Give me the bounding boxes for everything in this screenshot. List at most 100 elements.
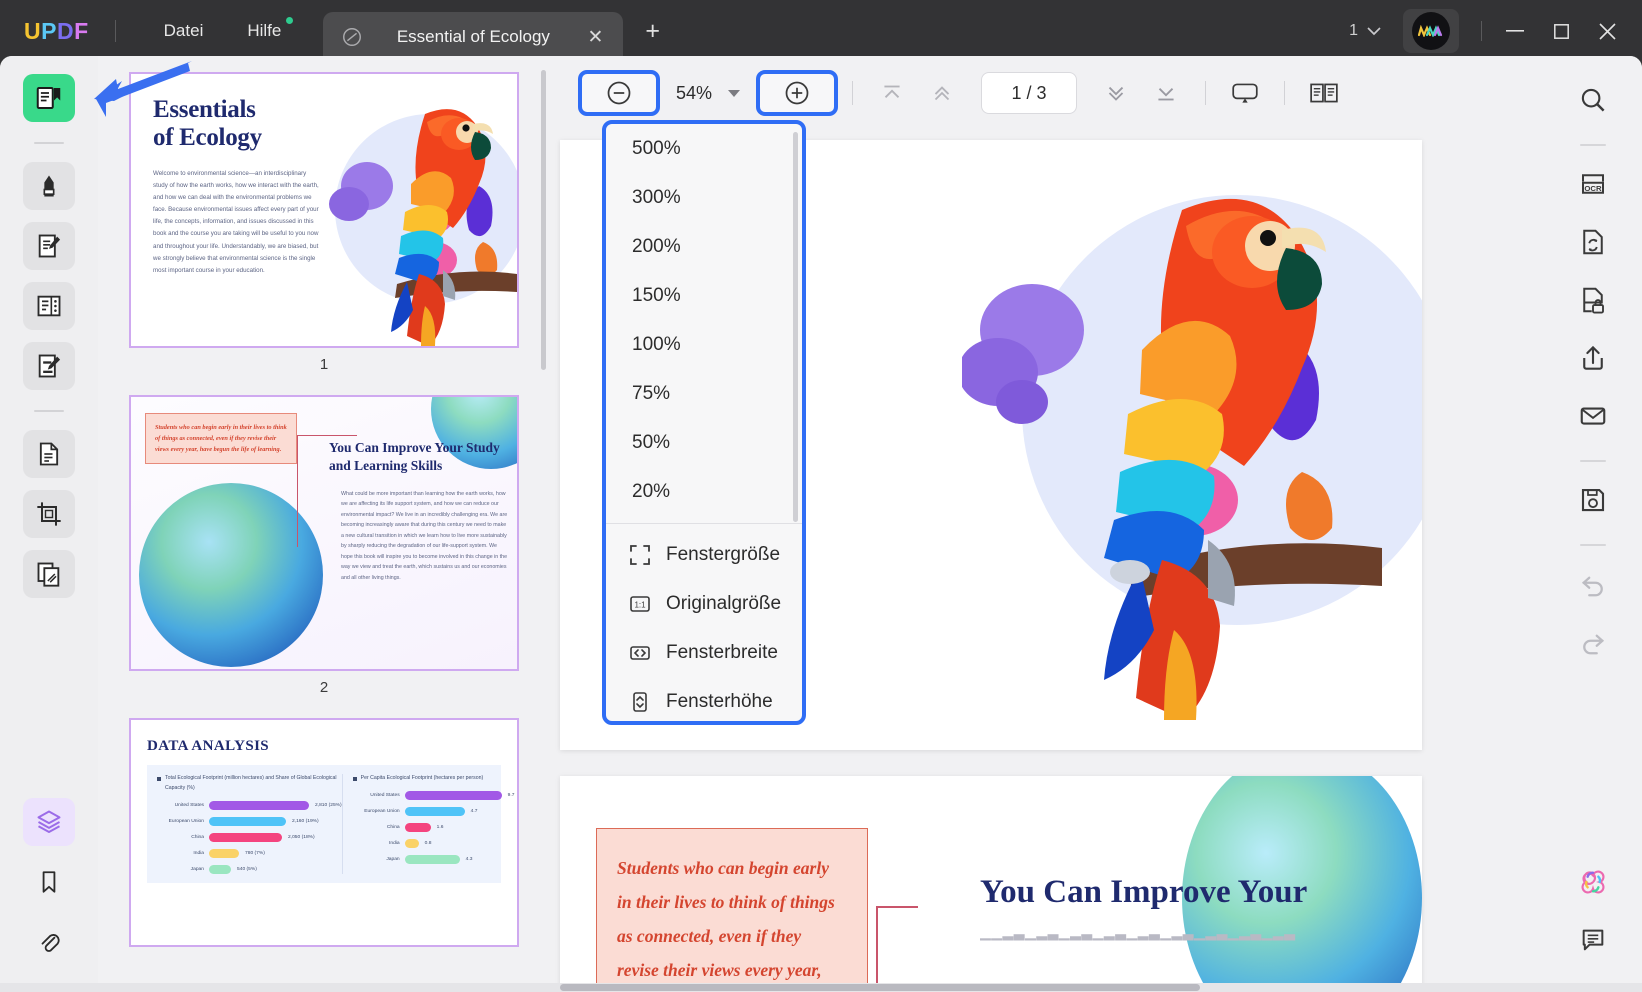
comment-button[interactable] [1567,914,1619,966]
email-button[interactable] [1567,390,1619,442]
zoom-menu-scrollbar[interactable] [793,132,798,522]
menu-datei[interactable]: Datei [142,15,226,47]
zoom-preset-50[interactable]: 50% [606,418,802,467]
zoom-fit-width[interactable]: Fensterbreite [606,628,802,677]
thumbnail-item-1[interactable]: Essentials of Ecology Welcome to environm… [129,72,519,373]
document-tab-title: Essential of Ecology [396,27,550,46]
sidebar-item-highlight[interactable] [23,162,75,210]
share-button[interactable] [1567,332,1619,384]
ai-assistant-icon [1581,870,1605,894]
zoom-preset-20[interactable]: 20% [606,467,802,516]
next-page-button[interactable] [1091,70,1141,116]
legend-label: Total Ecological Footprint (million hect… [165,775,337,791]
page-view-mode-button[interactable] [1299,70,1349,116]
go-to-last-page-icon [1158,88,1174,101]
undo-button[interactable] [1567,558,1619,610]
page-organize-icon [39,442,59,466]
zoom-fit-page[interactable]: Fenstergröße [606,530,802,579]
fit-page-icon [630,544,650,565]
protect-button[interactable] [1567,274,1619,326]
zoom-preset-150[interactable]: 150% [606,271,802,320]
search-icon [1581,88,1605,112]
scrollbar-grip[interactable] [560,984,1200,991]
zoom-preset-300[interactable]: 300% [606,173,802,222]
chart-panels: Total Ecological Footprint (million hect… [147,765,514,883]
sidebar-item-organize[interactable] [23,430,75,478]
book-reader-icon [36,87,61,109]
zoom-preset-200[interactable]: 200% [606,222,802,271]
zoom-preset-500[interactable]: 500% [606,124,802,173]
zoom-actual-size-label: Originalgröße [666,592,782,614]
chart-value: 2,050 (18%) [288,834,315,840]
sidebar-item-crop[interactable] [23,490,75,538]
zoom-fit-width-label: Fensterbreite [666,641,778,663]
thumb3-content: DATA ANALYSIS Total Ecological Footprint… [131,720,517,945]
sidebar-item-bookmarks[interactable] [23,858,75,906]
window-count-dropdown[interactable]: 1 [1339,16,1391,46]
horizontal-scrollbar[interactable] [0,983,1642,992]
redo-button[interactable] [1567,616,1619,668]
sidebar-item-annotate[interactable] [23,342,75,390]
close-window-button[interactable] [1584,8,1630,54]
sidebar-item-layers[interactable] [23,798,75,846]
save-button[interactable] [1567,474,1619,526]
sidebar-item-reader[interactable] [23,74,75,122]
page2-obscured-text: ▁▁▂▃▁▂▃▁▂▃▁▂▃▁▂▃▁▂▃▁▂▃▁▂▃▁▂▃ [980,924,1296,940]
last-page-button[interactable] [1141,70,1191,116]
zoom-dropdown-toggle[interactable] [728,89,741,97]
page-number-input[interactable]: 1 / 3 [981,72,1078,114]
zoom-level-value[interactable]: 54% [676,83,712,104]
zoom-out-button[interactable] [578,70,660,116]
zoom-in-button[interactable] [756,70,839,116]
thumbnail-scrollbar[interactable] [541,70,546,370]
layers-icon [37,810,61,834]
sidebar-item-page-layout[interactable] [23,282,75,330]
chart-category: China [386,824,400,830]
document-page-2[interactable]: Students who can begin early in their li… [560,776,1422,992]
chart-category: United States [174,802,204,808]
chart-value: 4.3 [465,856,473,862]
chart-row: India 780 (7%) [157,848,342,858]
first-page-button[interactable] [867,70,917,116]
parrot-illustration-icon [962,198,1382,720]
convert-button[interactable] [1567,216,1619,268]
sidebar-item-attachments[interactable] [23,918,75,966]
presentation-mode-button[interactable] [1220,70,1270,116]
previous-page-button[interactable] [917,70,967,116]
zoom-preset-75[interactable]: 75% [606,369,802,418]
zoom-preset-100[interactable]: 100% [606,320,802,369]
ocr-button[interactable]: OCR [1567,158,1619,210]
close-tab-button[interactable]: ✕ [581,28,609,47]
minimize-button[interactable] [1492,8,1538,54]
zoom-dropdown-menu[interactable]: 500% 300% 200% 150% 100% 75% 50% 20% Fen… [602,120,806,725]
thumbnail-item-3[interactable]: DATA ANALYSIS Total Ecological Footprint… [129,718,519,947]
sidebar-item-edit-pdf[interactable] [23,222,75,270]
zoom-fit-height[interactable]: Fensterhöhe [606,677,802,721]
thumb1-text-block: Essentials of Ecology Welcome to environm… [153,96,343,346]
menu-hilfe[interactable]: Hilfe [225,15,303,47]
page-thumbnail-panel[interactable]: Essentials of Ecology Welcome to environm… [98,56,550,992]
thumb1-title: Essentials of Ecology [153,96,262,151]
ai-assistant-button[interactable] [1567,856,1619,908]
sidebar-item-compare[interactable] [23,550,75,598]
convert-icon [1583,229,1603,255]
user-avatar[interactable] [1403,9,1459,53]
thumb1-body: Welcome to environmental science—an inte… [153,170,319,274]
divider [1580,544,1606,546]
thumbnail-page[interactable]: DATA ANALYSIS Total Ecological Footprint… [129,718,519,947]
thumbnail-item-2[interactable]: Students who can begin early in their li… [129,395,519,696]
chevron-double-up-icon [934,86,950,101]
email-icon [1580,407,1606,425]
maximize-button[interactable] [1538,8,1584,54]
thumbnail-page[interactable]: Essentials of Ecology Welcome to environm… [129,72,519,348]
chart-row: China 2,050 (18%) [157,832,342,842]
chart-category: Japan [386,856,400,862]
avatar-circle [1412,12,1450,50]
chart-bar [209,800,309,810]
document-tab[interactable]: Essential of Ecology ✕ [323,12,624,62]
new-tab-button[interactable]: + [645,18,660,44]
compare-pages-icon [37,562,60,587]
search-button[interactable] [1567,74,1619,126]
thumbnail-page[interactable]: Students who can begin early in their li… [129,395,519,671]
zoom-actual-size[interactable]: 1:1 Originalgröße [606,579,802,628]
